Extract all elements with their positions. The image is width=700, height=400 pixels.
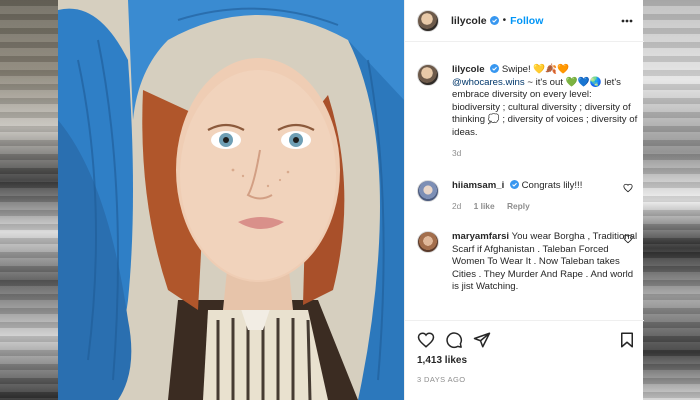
more-options-button[interactable] (620, 14, 634, 28)
heart-icon[interactable] (417, 331, 435, 349)
caption: lilycole Swipe! 💛🍂🧡 @whocares.wins ~ it'… (417, 64, 639, 159)
comment-body: hiiamsam_i Congrats lily!!! 2d 1 like Re… (452, 180, 639, 212)
portrait-illustration (58, 0, 404, 400)
separator-dot: • (502, 15, 507, 26)
comment-username[interactable]: maryamfarsi (452, 231, 509, 242)
verified-badge-icon (509, 180, 519, 189)
post-side-panel: lilycole • Follow lilycole Swipe! 💛🍂🧡 @w… (404, 0, 644, 400)
background-blur-right (643, 0, 700, 400)
heart-icon[interactable] (623, 234, 633, 244)
post-header: lilycole • Follow (405, 0, 644, 42)
comment-avatar[interactable] (417, 231, 439, 253)
comment-avatar[interactable] (417, 180, 439, 202)
caption-meta: 3d (452, 147, 639, 160)
comment-likes[interactable]: 1 like (474, 201, 495, 211)
caption-line1: Swipe! 💛🍂🧡 (501, 64, 570, 75)
share-icon[interactable] (473, 331, 491, 349)
comment-meta: 2d 1 like Reply (452, 200, 639, 213)
post-photo[interactable] (58, 0, 404, 400)
comment-item: hiiamsam_i Congrats lily!!! 2d 1 like Re… (417, 180, 639, 212)
header-username[interactable]: lilycole (451, 15, 487, 27)
comment-username[interactable]: hiiamsam_i (452, 180, 504, 191)
verified-badge-icon (489, 16, 499, 25)
comment-icon[interactable] (445, 331, 463, 349)
post-timestamp[interactable]: 3 DAYS AGO (417, 375, 465, 384)
caption-avatar[interactable] (417, 64, 439, 86)
follow-button[interactable]: Follow (510, 15, 543, 27)
comment-time[interactable]: 2d (452, 201, 461, 211)
comment-item: maryamfarsi You wear Borgha , Traditiona… (417, 231, 639, 294)
verified-badge-icon (490, 64, 500, 73)
more-horizontal-icon (621, 19, 633, 23)
bookmark-icon[interactable] (618, 331, 636, 349)
caption-time[interactable]: 3d (452, 148, 461, 158)
caption-body: lilycole Swipe! 💛🍂🧡 @whocares.wins ~ it'… (452, 64, 639, 159)
comment-text: Congrats lily!!! (521, 180, 583, 191)
caption-username[interactable]: lilycole (452, 64, 485, 75)
caption-mention-link[interactable]: @whocares.wins (452, 77, 525, 88)
heart-icon[interactable] (623, 183, 633, 193)
avatar[interactable] (417, 9, 439, 32)
action-bar: 1,413 likes 3 DAYS AGO (405, 320, 644, 400)
background-blur-left (0, 0, 58, 400)
reply-button[interactable]: Reply (507, 201, 530, 211)
likes-count[interactable]: 1,413 likes (417, 355, 467, 366)
comment-body: maryamfarsi You wear Borgha , Traditiona… (452, 231, 639, 294)
